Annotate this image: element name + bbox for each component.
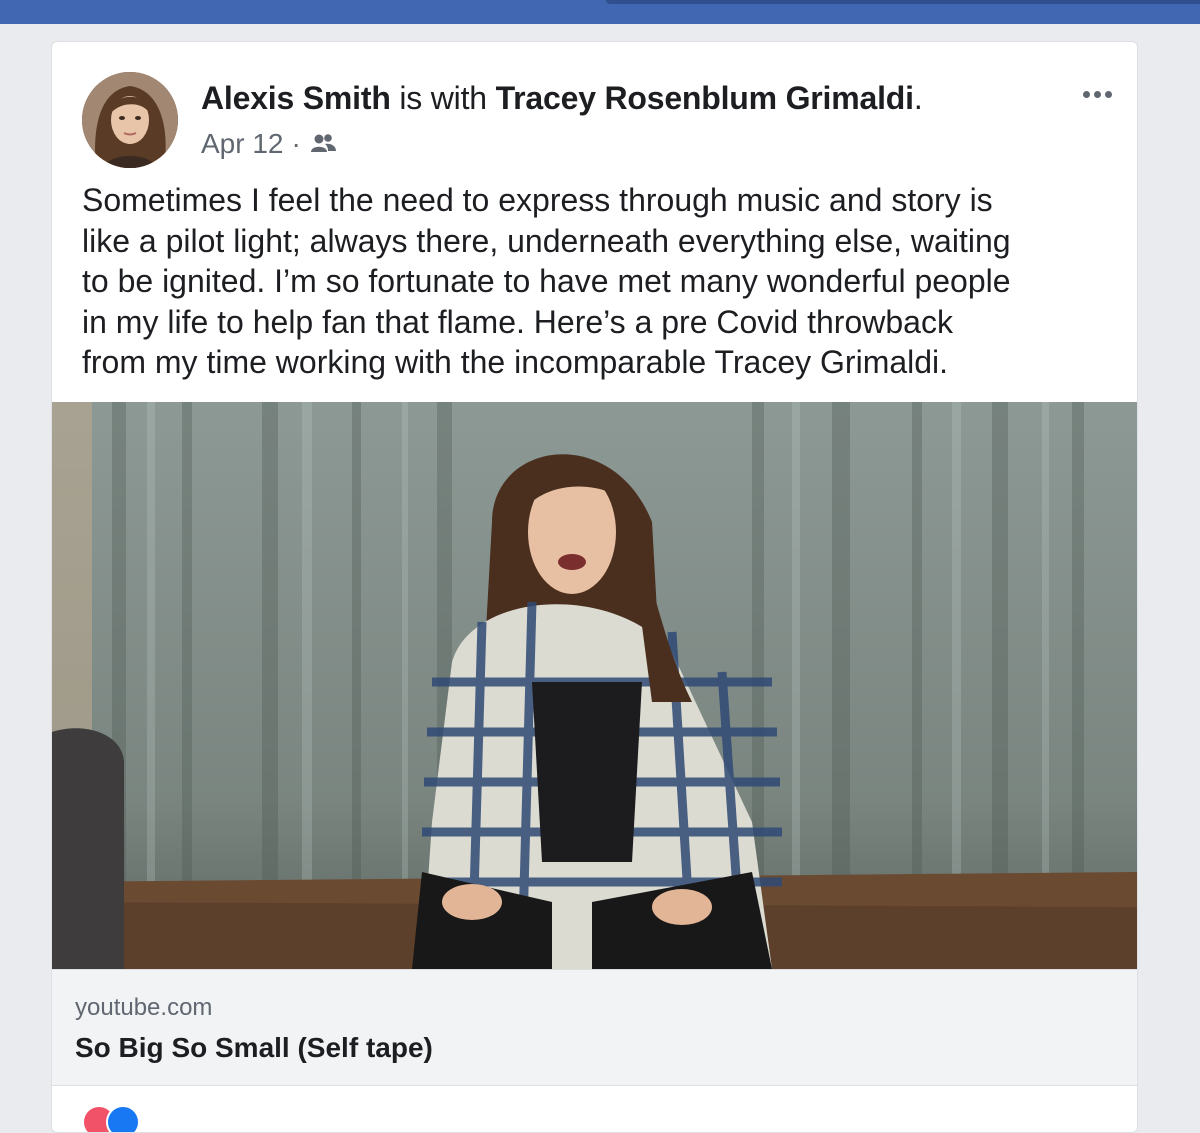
- post-header: Alexis Smith is with Tracey Rosenblum Gr…: [201, 80, 923, 117]
- friends-icon[interactable]: [309, 132, 337, 156]
- post-card: Alexis Smith is with Tracey Rosenblum Gr…: [51, 41, 1138, 1133]
- link-title[interactable]: So Big So Small (Self tape): [75, 1032, 433, 1064]
- like-reaction-icon: [106, 1105, 140, 1132]
- post-date[interactable]: Apr 12: [201, 128, 284, 160]
- author-avatar[interactable]: [82, 72, 178, 168]
- tagged-person-link[interactable]: Tracey Rosenblum Grimaldi: [496, 80, 914, 116]
- more-options-icon[interactable]: [1079, 84, 1115, 104]
- video-thumbnail[interactable]: [52, 402, 1137, 969]
- video-preview-image: [52, 402, 1137, 969]
- avatar-photo: [82, 72, 178, 168]
- link-preview-footer[interactable]: youtube.com So Big So Small (Self tape): [52, 969, 1137, 1086]
- post-text: Sometimes I feel the need to express thr…: [82, 182, 1011, 380]
- link-domain: youtube.com: [75, 994, 213, 1021]
- post-meta: Apr 12 ·: [201, 128, 337, 160]
- top-navigation-bar: [0, 0, 1200, 24]
- author-name-link[interactable]: Alexis Smith: [201, 80, 391, 116]
- reaction-icons[interactable]: [82, 1105, 140, 1132]
- header-period: .: [913, 80, 923, 116]
- with-text: is with: [390, 80, 496, 116]
- top-tab-edge: [606, 0, 1200, 4]
- meta-separator: ·: [291, 128, 301, 159]
